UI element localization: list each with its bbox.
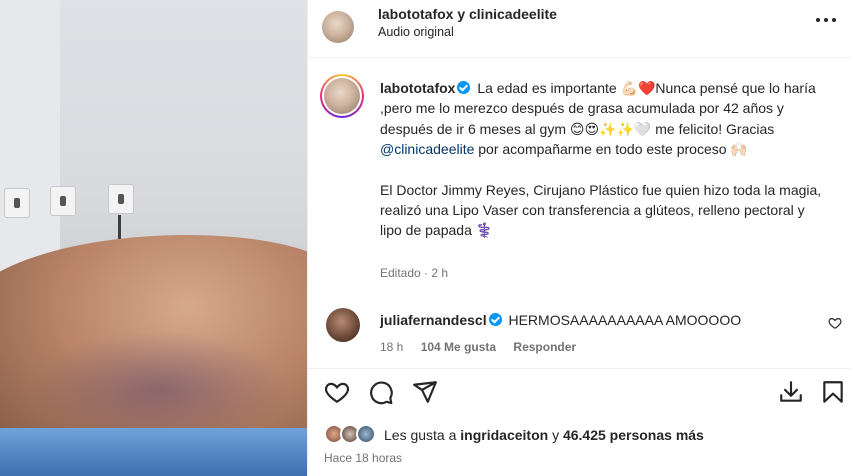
comment-likes[interactable]: 104 Me gusta — [421, 340, 496, 354]
comment-body: HERMOSAAAAAAAAAA AMOOOOO — [508, 312, 742, 328]
comment-username[interactable]: juliafernandescl — [380, 312, 487, 328]
wall-outlet — [4, 188, 30, 218]
caption-text: labototafox La edad es importante 💪🏻❤️Nu… — [380, 78, 830, 241]
liker-username[interactable]: ingridaceiton — [460, 427, 548, 443]
comment-icon[interactable] — [368, 379, 394, 405]
likes-count[interactable]: 46.425 personas más — [563, 427, 704, 443]
caption-avatar — [324, 78, 360, 114]
commenter-avatar[interactable] — [326, 308, 360, 342]
likes-middle: y — [548, 427, 563, 443]
comment-heart-icon[interactable] — [828, 316, 842, 330]
edited-label: Editado · 2 h — [380, 266, 449, 280]
post-authors[interactable]: labototafox y clinicadeelite — [378, 6, 557, 22]
caption-avatar-ring[interactable] — [320, 74, 364, 118]
download-icon[interactable] — [778, 379, 804, 405]
likes-summary: Les gusta a ingridaceiton y 46.425 perso… — [324, 424, 844, 446]
likes-prefix: Les gusta a — [384, 427, 461, 443]
reply-button[interactable]: Responder — [513, 340, 576, 354]
caption-username[interactable]: labototafox — [380, 80, 455, 96]
comment-time[interactable]: 18 h — [380, 340, 403, 354]
comment-text: juliafernandescl HERMOSAAAAAAAAAA AMOOOO… — [380, 312, 741, 328]
verified-icon — [488, 313, 502, 326]
wall-outlet — [108, 184, 134, 214]
verified-icon — [457, 81, 471, 94]
post-header: labototafox y clinicadeelite Audio origi… — [308, 0, 851, 58]
save-icon[interactable] — [820, 379, 846, 405]
caption-paragraph-2: El Doctor Jimmy Reyes, Cirujano Plástico… — [380, 181, 822, 239]
post-media[interactable] — [0, 0, 307, 476]
comment-meta: 18 h 104 Me gusta Responder — [380, 340, 590, 354]
post-timestamp[interactable]: Hace 18 horas — [324, 451, 402, 465]
more-icon[interactable] — [816, 18, 836, 24]
liker-avatar — [356, 424, 376, 444]
likes-text: Les gusta a ingridaceiton y 46.425 perso… — [384, 427, 704, 443]
blue-sheet — [0, 428, 307, 476]
author-avatar[interactable] — [322, 11, 354, 43]
heart-icon[interactable] — [324, 379, 350, 405]
action-bar — [308, 368, 851, 412]
caption-body-end: por acompañarme en todo este proceso 🙌🏻 — [474, 141, 748, 158]
wall-outlet — [50, 186, 76, 216]
mention-link[interactable]: @clinicadeelite — [380, 141, 474, 157]
liker-avatars[interactable] — [324, 424, 380, 444]
share-icon[interactable] — [412, 379, 438, 405]
audio-label[interactable]: Audio original — [378, 25, 454, 39]
post-details-panel: labototafox y clinicadeelite Audio origi… — [307, 0, 851, 476]
